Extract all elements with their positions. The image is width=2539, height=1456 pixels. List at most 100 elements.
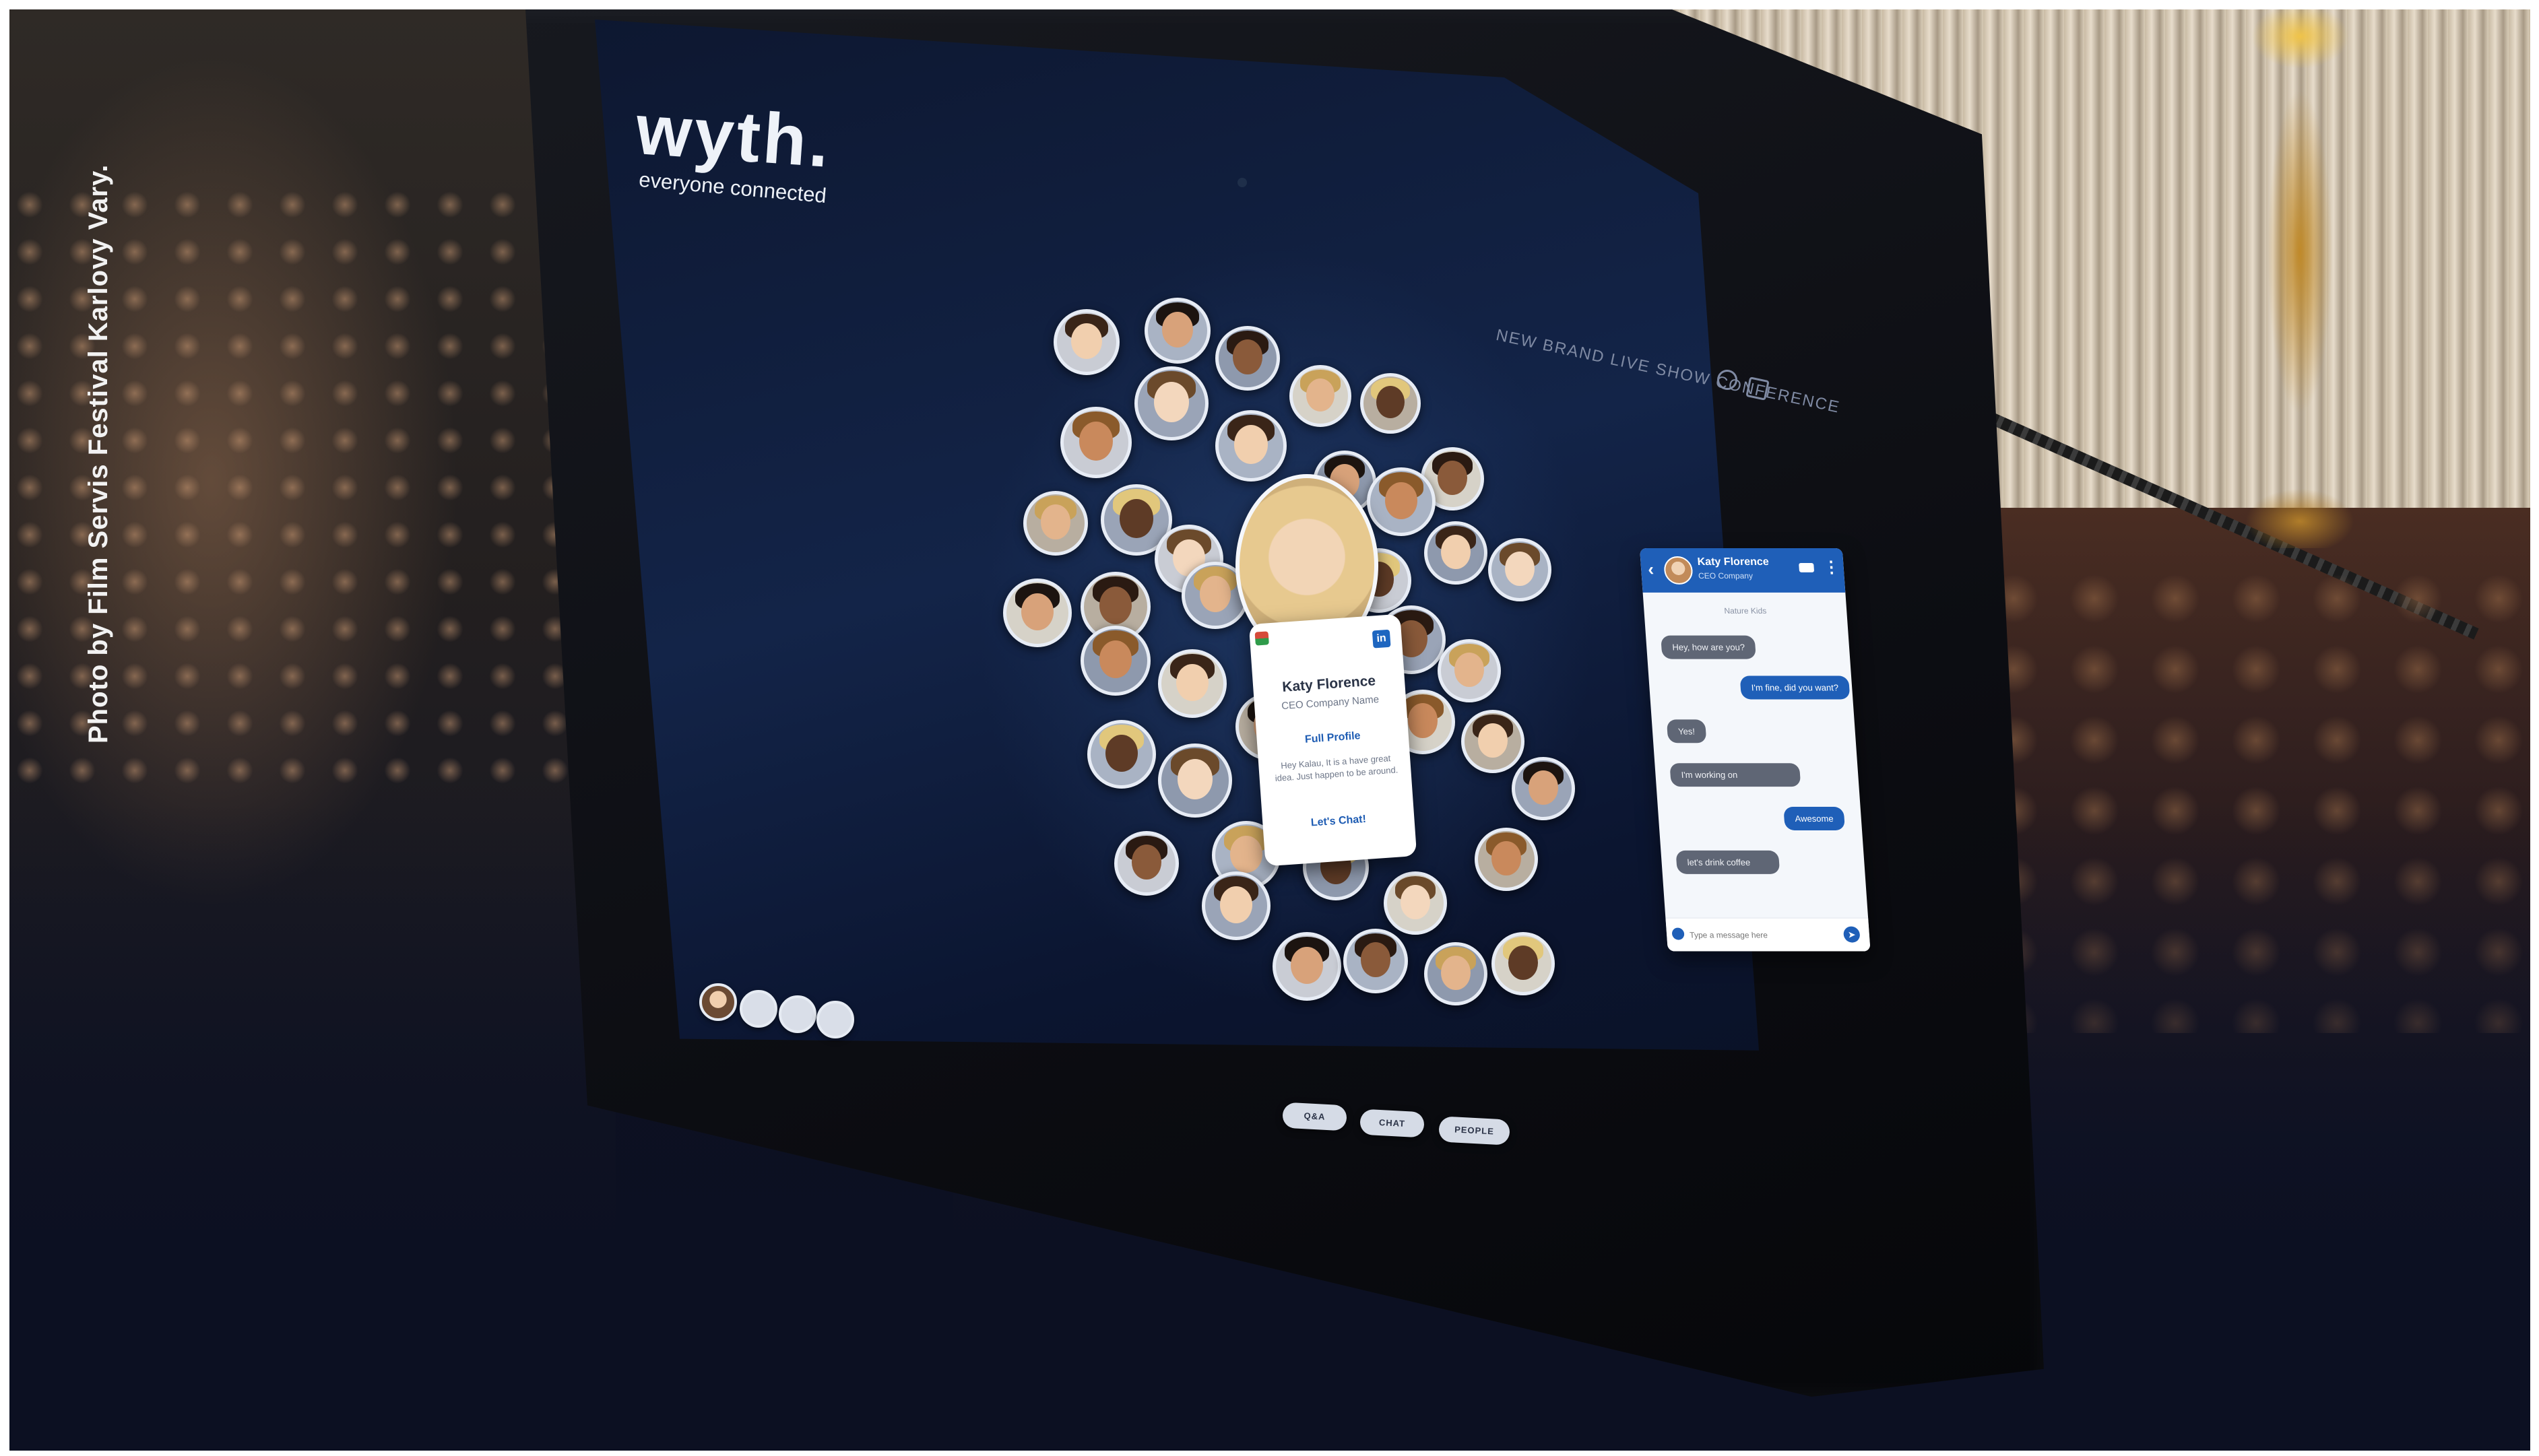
chat-message: I'm working on xyxy=(1669,763,1801,787)
attendee-avatar[interactable] xyxy=(1384,871,1447,935)
logo-wordmark: wyth. xyxy=(633,89,835,183)
avatar-face xyxy=(1478,723,1508,758)
attendee-avatar[interactable] xyxy=(1512,757,1575,820)
app-logo[interactable]: wyth. everyone connected xyxy=(633,90,834,207)
avatar-face xyxy=(1407,703,1438,739)
avatar-face xyxy=(1306,378,1335,411)
attendee-avatar[interactable] xyxy=(1367,467,1436,536)
avatar-face xyxy=(1176,663,1209,701)
chat-icon[interactable] xyxy=(779,995,816,1033)
photo-credit: Photo by Film Servis Festival Karlovy Va… xyxy=(84,164,113,743)
avatar-face xyxy=(1385,482,1417,519)
lets-chat-button[interactable]: Let's Chat! xyxy=(1262,810,1415,833)
avatar-face xyxy=(1099,586,1132,625)
avatar-face xyxy=(1441,956,1471,990)
avatar-face xyxy=(1508,946,1538,980)
participant-avatar[interactable] xyxy=(699,983,737,1021)
attendee-avatar[interactable] xyxy=(1289,365,1351,427)
attendee-avatar[interactable] xyxy=(1158,649,1227,718)
avatar-face xyxy=(1131,845,1162,880)
avatar-face xyxy=(1376,386,1405,419)
avatar-face xyxy=(1079,422,1113,461)
avatar-face xyxy=(1105,734,1138,772)
attendee-avatar[interactable] xyxy=(1158,743,1232,818)
video-call-icon[interactable] xyxy=(1799,562,1815,572)
attendee-avatar[interactable] xyxy=(1054,309,1120,375)
attendee-avatar[interactable] xyxy=(1023,491,1088,556)
attendee-avatar[interactable] xyxy=(1215,410,1287,482)
attendee-avatar[interactable] xyxy=(1087,720,1156,789)
avatar-face xyxy=(1491,841,1521,875)
avatar-face xyxy=(1438,461,1467,495)
chat-message: Hey, how are you? xyxy=(1661,635,1757,659)
chat-message-input[interactable] xyxy=(1688,926,1827,944)
avatar-face xyxy=(1291,946,1323,984)
attendee-avatar[interactable] xyxy=(1145,298,1211,364)
webcam xyxy=(1238,178,1247,187)
avatar-face xyxy=(1529,770,1558,805)
attendee-avatar[interactable] xyxy=(1360,373,1421,434)
profile-card[interactable]: in Katy Florence CEO Company Name Full P… xyxy=(1248,614,1417,867)
attendee-avatar[interactable] xyxy=(1475,828,1538,891)
avatar-face xyxy=(1230,835,1262,873)
notes-icon[interactable] xyxy=(816,1001,854,1038)
chat-message: I'm fine, did you want? xyxy=(1739,675,1851,700)
attendee-avatar[interactable] xyxy=(1424,521,1487,585)
promo-photo: Photo by Film Servis Festival Karlovy Va… xyxy=(9,9,2530,1451)
attendee-avatar[interactable] xyxy=(1438,639,1501,702)
attendee-avatar[interactable] xyxy=(1461,710,1524,773)
attach-icon[interactable] xyxy=(1671,927,1685,940)
flag-icon xyxy=(1254,631,1269,646)
chat-panel: ‹ Katy Florence CEO Company ⋮ Nature Kid… xyxy=(1640,548,1871,952)
avatar-face xyxy=(1199,576,1231,613)
back-icon[interactable]: ‹ xyxy=(1647,559,1654,580)
avatar-face xyxy=(1401,885,1430,919)
avatar-face xyxy=(1505,552,1535,586)
exit-icon[interactable] xyxy=(1745,376,1770,401)
avatar-face xyxy=(1071,323,1102,359)
attendee-avatar[interactable] xyxy=(1202,871,1271,940)
attendee-avatar[interactable] xyxy=(1060,407,1132,478)
avatar-face xyxy=(1454,653,1484,687)
avatar-face xyxy=(1178,759,1213,799)
chat-composer: ➤ xyxy=(1665,917,1871,952)
document-icon[interactable] xyxy=(740,990,777,1028)
attendee-avatar[interactable] xyxy=(1003,578,1072,647)
attendee-avatar[interactable] xyxy=(1488,538,1551,601)
avatar-face xyxy=(1154,382,1189,422)
linkedin-icon[interactable]: in xyxy=(1372,629,1391,649)
send-icon[interactable]: ➤ xyxy=(1842,926,1861,943)
avatar-face xyxy=(1162,311,1193,348)
attendee-avatar[interactable] xyxy=(1134,366,1209,440)
chat-button[interactable]: CHAT xyxy=(1359,1108,1425,1138)
profile-message: Hey Kalau, It is a have great idea. Just… xyxy=(1275,753,1399,783)
avatar-face xyxy=(1441,535,1471,569)
people-button[interactable]: PEOPLE xyxy=(1438,1116,1510,1146)
chat-contact-subtitle: CEO Company xyxy=(1698,570,1754,581)
attendee-avatar[interactable] xyxy=(1491,932,1555,995)
avatar-face xyxy=(1234,425,1268,464)
attendee-avatar[interactable] xyxy=(1424,942,1487,1005)
avatar-face xyxy=(1232,339,1263,375)
avatar-face xyxy=(1220,886,1252,923)
qa-button[interactable]: Q&A xyxy=(1282,1102,1347,1131)
avatar-face xyxy=(1021,593,1054,630)
chat-contact-avatar[interactable] xyxy=(1663,556,1694,585)
chat-message: let's drink coffee xyxy=(1675,850,1780,874)
avatar-face xyxy=(1360,942,1391,978)
avatar-face xyxy=(1120,499,1153,538)
chat-contact-name: Katy Florence xyxy=(1697,556,1770,568)
chat-header: ‹ Katy Florence CEO Company ⋮ xyxy=(1640,548,1846,593)
attendee-avatar[interactable] xyxy=(1273,932,1341,1001)
attendee-avatar[interactable] xyxy=(1114,831,1179,896)
more-icon[interactable]: ⋮ xyxy=(1823,558,1840,577)
full-profile-link[interactable]: Full Profile xyxy=(1256,727,1409,750)
chat-message: Awesome xyxy=(1783,807,1845,830)
avatar-face xyxy=(1040,504,1071,540)
attendee-avatar[interactable] xyxy=(1343,929,1408,993)
attendee-avatar[interactable] xyxy=(1215,326,1280,391)
chat-message: Yes! xyxy=(1666,719,1707,743)
attendee-avatar[interactable] xyxy=(1081,626,1151,696)
avatar-face xyxy=(1099,640,1132,679)
award-statue xyxy=(2232,9,2367,548)
